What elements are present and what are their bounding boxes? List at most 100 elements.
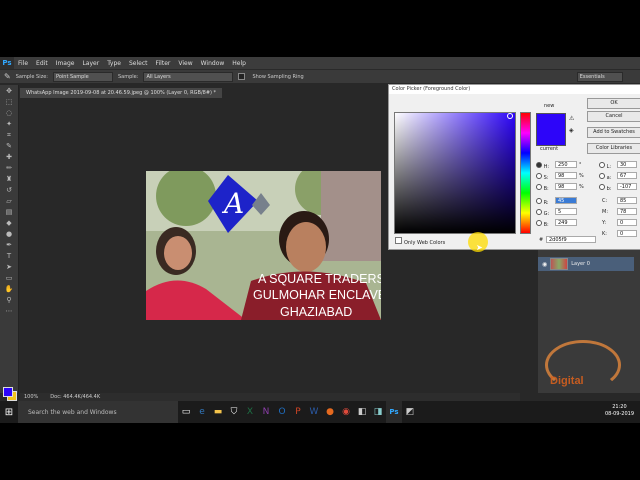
quick-select-tool-icon[interactable]: ✦ xyxy=(3,119,15,129)
c-field[interactable]: 85 xyxy=(617,197,637,204)
r-field[interactable]: 45 xyxy=(555,197,577,204)
s-field[interactable]: 98 xyxy=(555,172,577,179)
b-radio[interactable]: B: xyxy=(536,184,549,192)
menu-window[interactable]: Window xyxy=(197,60,229,67)
task-view-icon[interactable]: ▭ xyxy=(178,401,194,423)
web-safe-cube-icon[interactable]: ◈ xyxy=(569,127,574,134)
add-to-swatches-button[interactable]: Add to Swatches xyxy=(587,127,640,138)
b-unit: % xyxy=(579,184,584,190)
h-radio[interactable]: H: xyxy=(536,162,549,170)
brush-tool-icon[interactable]: ✏ xyxy=(3,163,15,173)
k-field[interactable]: 0 xyxy=(617,230,637,237)
shape-tool-icon[interactable]: ▭ xyxy=(3,273,15,283)
onenote-icon[interactable]: N xyxy=(258,401,274,423)
file-explorer-icon[interactable]: ▬ xyxy=(210,401,226,423)
blur-tool-icon[interactable]: ◆ xyxy=(3,218,15,228)
document-tab[interactable]: WhatsApp Image 2019-09-08 at 20.46.59.jp… xyxy=(20,88,223,98)
menu-filter[interactable]: Filter xyxy=(152,60,175,67)
menu-view[interactable]: View xyxy=(174,60,196,67)
type-tool-icon[interactable]: T xyxy=(3,251,15,261)
menu-file[interactable]: File xyxy=(14,60,32,67)
menu-select[interactable]: Select xyxy=(125,60,152,67)
outlook-icon[interactable]: O xyxy=(274,401,290,423)
r-radio[interactable]: R: xyxy=(536,198,549,206)
menu-help[interactable]: Help xyxy=(228,60,250,67)
history-brush-tool-icon[interactable]: ↺ xyxy=(3,185,15,195)
app-icon-2[interactable]: ◨ xyxy=(370,401,386,423)
gamut-warning-icon[interactable]: ⚠ xyxy=(569,115,574,122)
g-radio[interactable]: G: xyxy=(536,209,549,217)
ok-button[interactable]: OK xyxy=(587,98,640,109)
move-tool-icon[interactable]: ✥ xyxy=(3,86,15,96)
more-tools-icon[interactable]: ⋯ xyxy=(3,306,15,316)
visibility-eye-icon[interactable]: ◉ xyxy=(542,261,547,268)
show-sampling-ring-checkbox[interactable] xyxy=(238,73,246,80)
marquee-tool-icon[interactable]: ⬚ xyxy=(3,97,15,107)
a-radio[interactable]: a: xyxy=(599,173,611,181)
b-field[interactable]: 98 xyxy=(555,183,577,190)
g-field[interactable]: 5 xyxy=(555,208,577,215)
stamp-tool-icon[interactable]: ♜ xyxy=(3,174,15,184)
document-tab-bar: WhatsApp Image 2019-09-08 at 20.46.59.jp… xyxy=(20,88,420,98)
zoom-level[interactable]: 100% xyxy=(24,394,38,400)
workspace-select[interactable]: Essentials xyxy=(576,71,623,82)
only-web-colors-checkbox[interactable]: Only Web Colors xyxy=(395,237,445,246)
excel-icon[interactable]: X xyxy=(242,401,258,423)
word-icon[interactable]: W xyxy=(306,401,322,423)
lab-b-field[interactable]: -107 xyxy=(617,183,637,190)
system-clock[interactable]: 21:20 08-09-2019 xyxy=(605,404,634,418)
dodge-tool-icon[interactable]: ● xyxy=(3,229,15,239)
blue-radio[interactable]: B: xyxy=(536,220,549,228)
document-canvas[interactable]: A A SQUARE TRADERS GULMOHAR ENCLAVE GHAZ… xyxy=(146,171,381,320)
color-marker[interactable] xyxy=(507,113,513,119)
s-unit: % xyxy=(579,173,584,179)
menu-edit[interactable]: Edit xyxy=(32,60,52,67)
s-radio[interactable]: S: xyxy=(536,173,548,181)
menu-type[interactable]: Type xyxy=(103,60,125,67)
powerpoint-icon[interactable]: P xyxy=(290,401,306,423)
foreground-color-swatch[interactable] xyxy=(3,387,13,397)
store-icon[interactable]: ⛉ xyxy=(226,401,242,423)
new-label: new xyxy=(544,103,555,109)
gradient-tool-icon[interactable]: ▤ xyxy=(3,207,15,217)
saturation-brightness-field[interactable] xyxy=(394,112,516,234)
blue-field[interactable]: 249 xyxy=(555,219,577,226)
eyedropper-tool-icon[interactable]: ✎ xyxy=(3,141,15,151)
healing-tool-icon[interactable]: ✚ xyxy=(3,152,15,162)
k-label: K: xyxy=(602,231,607,237)
hue-slider[interactable] xyxy=(520,112,531,234)
m-field[interactable]: 78 xyxy=(617,208,637,215)
hand-tool-icon[interactable]: ✋ xyxy=(3,284,15,294)
a-field[interactable]: 67 xyxy=(617,172,637,179)
lasso-tool-icon[interactable]: ◌ xyxy=(3,108,15,118)
eraser-tool-icon[interactable]: ▱ xyxy=(3,196,15,206)
chrome-icon[interactable]: ◉ xyxy=(338,401,354,423)
app-icon-1[interactable]: ◧ xyxy=(354,401,370,423)
zoom-tool-icon[interactable]: ⚲ xyxy=(3,295,15,305)
start-button[interactable]: ⊞ xyxy=(0,401,18,423)
edge-icon[interactable]: e xyxy=(194,401,210,423)
sample-select[interactable]: All Layers xyxy=(143,71,234,82)
eyedropper-icon[interactable]: ✎ xyxy=(4,72,11,81)
cancel-button[interactable]: Cancel xyxy=(587,111,640,122)
menu-image[interactable]: Image xyxy=(52,60,79,67)
lab-b-radio[interactable]: b: xyxy=(599,184,611,192)
crop-tool-icon[interactable]: ⌗ xyxy=(3,130,15,140)
firefox-icon[interactable]: ● xyxy=(322,401,338,423)
menu-layer[interactable]: Layer xyxy=(78,60,103,67)
h-field[interactable]: 250 xyxy=(555,161,577,168)
layer-row[interactable]: ◉ Layer 0 xyxy=(538,257,634,271)
mouse-pointer-icon: ➤ xyxy=(476,243,483,252)
l-radio[interactable]: L: xyxy=(599,162,611,170)
pen-tool-icon[interactable]: ✒ xyxy=(3,240,15,250)
current-color-swatch[interactable] xyxy=(536,130,566,146)
color-libraries-button[interactable]: Color Libraries xyxy=(587,143,640,154)
photoshop-taskbar-icon[interactable]: Ps xyxy=(386,401,402,423)
sample-size-select[interactable]: Point Sample xyxy=(53,71,113,82)
l-field[interactable]: 30 xyxy=(617,161,637,168)
path-select-tool-icon[interactable]: ➤ xyxy=(3,262,15,272)
hex-field[interactable]: 2d05f9 xyxy=(546,236,596,243)
y-field[interactable]: 0 xyxy=(617,219,637,226)
taskbar-search[interactable]: Search the web and Windows xyxy=(18,401,178,423)
app-icon-3[interactable]: ◩ xyxy=(402,401,418,423)
